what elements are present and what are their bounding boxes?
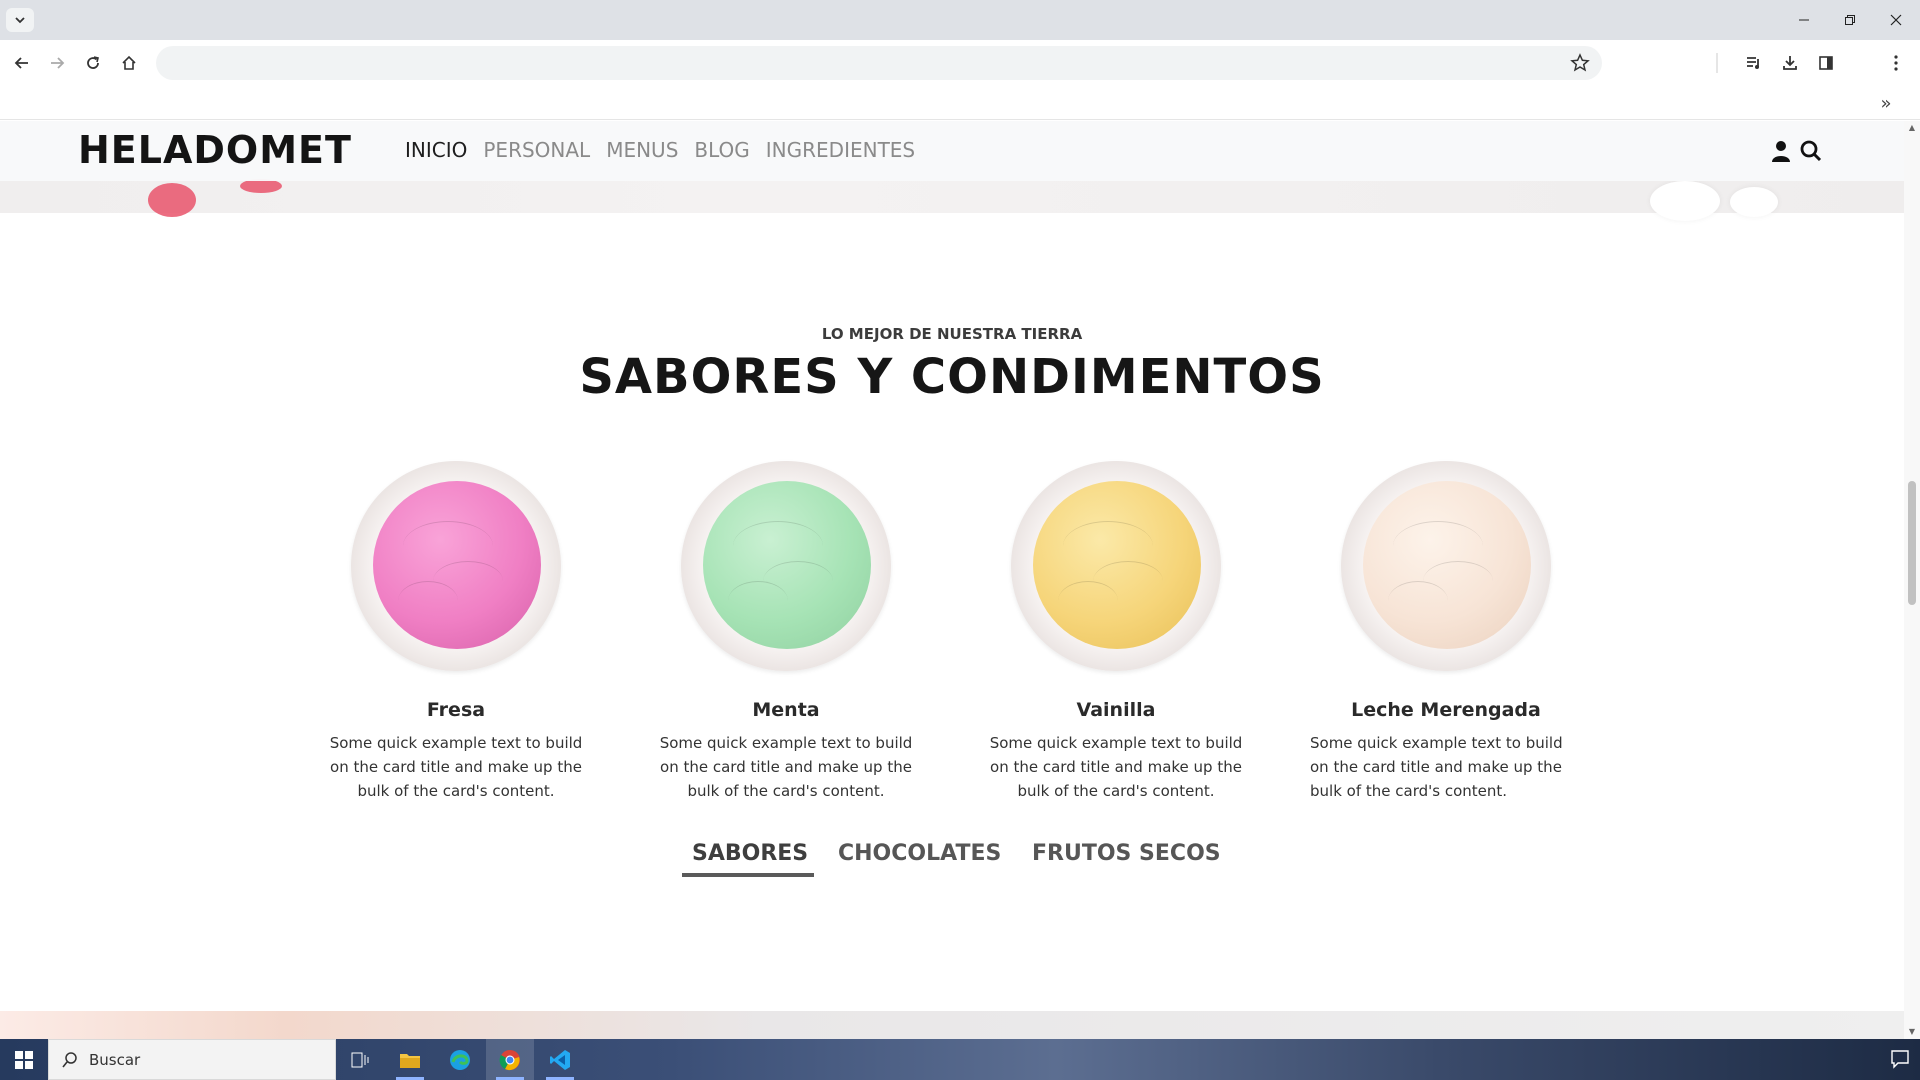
flower-decoration xyxy=(1730,187,1778,217)
card-text: Some quick example text to build on the … xyxy=(659,734,913,800)
arrow-left-icon xyxy=(14,57,28,69)
address-input[interactable] xyxy=(172,46,1552,80)
card-text: Some quick example text to build on the … xyxy=(329,734,583,800)
section-title: SABORES Y CONDIMENTOS xyxy=(579,349,1325,405)
chevron-down-icon xyxy=(15,17,25,24)
ice-cream-scoop-image xyxy=(1011,461,1221,671)
strawberry-decoration xyxy=(148,183,196,217)
nav-link-personal[interactable]: PERSONAL xyxy=(483,138,590,162)
back-button[interactable] xyxy=(6,47,38,79)
media-button[interactable] xyxy=(1738,47,1770,79)
scroll-thumb[interactable] xyxy=(1908,481,1916,605)
vscode-button[interactable] xyxy=(536,1039,584,1080)
restore-button[interactable] xyxy=(1830,4,1870,36)
ice-cream-scoop-image xyxy=(681,461,891,671)
windows-logo-icon xyxy=(15,1050,33,1069)
start-button[interactable] xyxy=(0,1039,48,1080)
home-button[interactable] xyxy=(113,47,145,79)
card-title: Fresa xyxy=(426,699,486,721)
scoop-fresa xyxy=(373,481,541,649)
restore-icon xyxy=(1845,15,1855,25)
flavor-card-menta[interactable]: Menta Some quick example text to build o… xyxy=(650,461,922,803)
ice-cream-scoop-image xyxy=(351,461,561,671)
close-icon xyxy=(1890,14,1902,26)
folder-icon xyxy=(400,1053,420,1068)
next-section-image-strip xyxy=(0,1011,1904,1039)
flavor-card-leche-merengada[interactable]: Leche Merengada Some quick example text … xyxy=(1310,461,1582,803)
tab-sabores[interactable]: SABORES xyxy=(692,841,808,866)
page-viewport: HELADOMET INICIO PERSONAL MENUS BLOG ING… xyxy=(0,121,1904,1039)
address-bar[interactable] xyxy=(156,46,1602,80)
downloads-button[interactable] xyxy=(1774,47,1806,79)
reload-icon xyxy=(87,56,99,69)
site-logo[interactable]: HELADOMET xyxy=(78,128,352,172)
site-navbar: HELADOMET INICIO PERSONAL MENUS BLOG ING… xyxy=(0,121,1904,181)
taskbar-search[interactable]: Buscar xyxy=(48,1039,336,1080)
main-nav: INICIO PERSONAL MENUS BLOG INGREDIENTES xyxy=(405,138,915,162)
scoop-vainilla xyxy=(1033,481,1201,649)
section-eyebrow: LO MEJOR DE NUESTRA TIERRA xyxy=(821,325,1083,343)
minimize-icon xyxy=(1799,19,1809,21)
user-icon xyxy=(1772,141,1790,162)
tab-search-button[interactable] xyxy=(6,8,34,32)
windows-taskbar: Buscar xyxy=(0,1039,1920,1080)
chrome-browser-icon xyxy=(499,1049,520,1070)
tab-chocolates[interactable]: CHOCOLATES xyxy=(838,841,1001,866)
download-icon xyxy=(1783,56,1797,70)
bookmarks-bar: » xyxy=(0,86,1920,120)
nav-link-ingredientes[interactable]: INGREDIENTES xyxy=(766,138,915,162)
scroll-down-arrow[interactable]: ▼ xyxy=(1907,1027,1917,1037)
account-button[interactable] xyxy=(1768,138,1794,164)
browser-menu-button[interactable] xyxy=(1880,47,1912,79)
reload-button[interactable] xyxy=(77,47,109,79)
edge-button[interactable] xyxy=(436,1039,484,1080)
side-panel-icon xyxy=(1819,56,1833,70)
scoop-menta xyxy=(703,481,871,649)
scroll-up-arrow[interactable]: ▲ xyxy=(1907,123,1917,133)
search-icon xyxy=(62,1052,77,1068)
card-text: Some quick example text to build on the … xyxy=(1310,734,1563,800)
bookmarks-overflow-button[interactable]: » xyxy=(1874,91,1898,115)
task-view-icon xyxy=(351,1052,369,1067)
card-text: Some quick example text to build on the … xyxy=(989,734,1243,800)
kebab-menu-icon xyxy=(1894,55,1898,71)
tab-frutos-secos[interactable]: FRUTOS SECOS xyxy=(1032,841,1221,866)
vscode-icon xyxy=(550,1049,570,1070)
side-panel-button[interactable] xyxy=(1810,47,1842,79)
taskbar-search-placeholder: Buscar xyxy=(89,1051,141,1069)
notifications-icon[interactable] xyxy=(1890,1049,1910,1069)
task-view-button[interactable] xyxy=(336,1039,384,1080)
card-title: Leche Merengada xyxy=(1351,699,1541,721)
nav-link-inicio[interactable]: INICIO xyxy=(405,138,467,162)
strawberry-decoration xyxy=(240,179,282,193)
divider-icon xyxy=(1716,53,1718,73)
toolbar-divider xyxy=(1712,47,1722,79)
edge-browser-icon xyxy=(450,1049,470,1070)
forward-button[interactable] xyxy=(41,47,73,79)
search-icon xyxy=(1800,140,1822,162)
flavor-card-vainilla[interactable]: Vainilla Some quick example text to buil… xyxy=(980,461,1252,803)
scoop-leche-merengada xyxy=(1363,481,1531,649)
card-title: Menta xyxy=(752,699,820,721)
home-icon xyxy=(122,55,136,70)
search-button[interactable] xyxy=(1798,138,1824,164)
flavor-card-fresa[interactable]: Fresa Some quick example text to build o… xyxy=(320,461,592,803)
media-queue-icon xyxy=(1747,57,1759,69)
flower-decoration xyxy=(1650,181,1720,221)
minimize-button[interactable] xyxy=(1784,4,1824,36)
close-window-button[interactable] xyxy=(1876,4,1916,36)
file-explorer-button[interactable] xyxy=(386,1039,434,1080)
bookmark-star-icon[interactable] xyxy=(1570,53,1590,73)
chrome-button[interactable] xyxy=(486,1039,534,1080)
nav-link-blog[interactable]: BLOG xyxy=(694,138,749,162)
page-scrollbar[interactable]: ▲ ▼ xyxy=(1904,121,1920,1039)
browser-tabstrip xyxy=(0,0,1920,40)
card-title: Vainilla xyxy=(1076,699,1156,721)
ice-cream-scoop-image xyxy=(1341,461,1551,671)
nav-link-menus[interactable]: MENUS xyxy=(606,138,678,162)
active-tab-indicator xyxy=(682,873,814,877)
arrow-right-icon xyxy=(51,57,65,69)
